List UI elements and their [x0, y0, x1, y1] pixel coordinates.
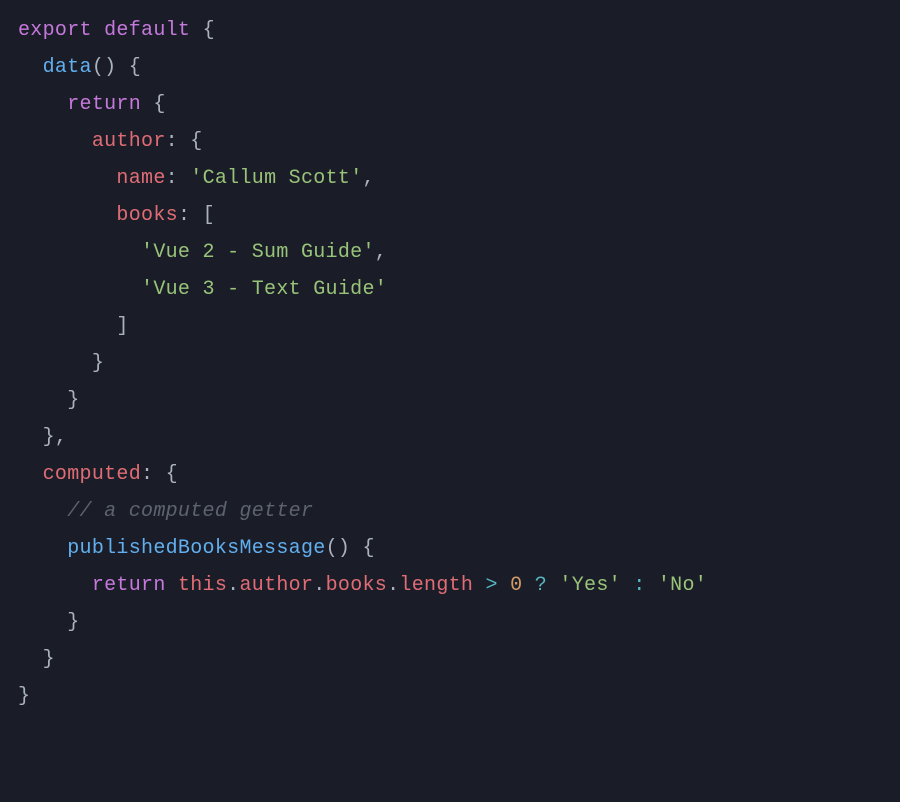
paren: (	[326, 537, 338, 560]
dot: .	[227, 574, 239, 597]
method-publishedBooksMessage: publishedBooksMessage	[67, 537, 325, 560]
number-zero: 0	[510, 574, 522, 597]
brace-open: {	[190, 130, 202, 153]
prop-books: books	[116, 204, 178, 227]
prop-author: author	[92, 130, 166, 153]
dot: .	[387, 574, 399, 597]
comment-line: // a computed getter	[67, 500, 313, 523]
keyword-export: export	[18, 19, 92, 42]
string-no: 'No'	[658, 574, 707, 597]
brace-close: }	[43, 648, 55, 671]
comma: ,	[55, 426, 67, 449]
brace-close: }	[92, 352, 104, 375]
operator-gt: >	[486, 574, 498, 597]
paren: )	[104, 56, 116, 79]
brace-open: {	[166, 463, 178, 486]
string-book-2: 'Vue 3 - Text Guide'	[141, 278, 387, 301]
colon: :	[166, 130, 178, 153]
brace-open: {	[153, 93, 165, 116]
prop-access-length: length	[399, 574, 473, 597]
keyword-default: default	[104, 19, 190, 42]
prop-computed: computed	[43, 463, 141, 486]
comma: ,	[375, 241, 387, 264]
comma: ,	[363, 167, 375, 190]
brace-close: }	[18, 685, 30, 708]
dot: .	[313, 574, 325, 597]
prop-name: name	[116, 167, 165, 190]
string-yes: 'Yes'	[559, 574, 621, 597]
bracket-close: ]	[116, 315, 128, 338]
brace-close: }	[67, 611, 79, 634]
operator-ternary-colon: :	[633, 574, 645, 597]
bracket-open: [	[203, 204, 215, 227]
string-book-1: 'Vue 2 - Sum Guide'	[141, 241, 375, 264]
brace-close: }	[43, 426, 55, 449]
colon: :	[141, 463, 153, 486]
method-data: data	[43, 56, 92, 79]
operator-ternary-q: ?	[535, 574, 547, 597]
brace-open: {	[129, 56, 141, 79]
prop-access-author: author	[239, 574, 313, 597]
keyword-this: this	[178, 574, 227, 597]
colon: :	[178, 204, 190, 227]
prop-access-books: books	[326, 574, 388, 597]
paren: (	[92, 56, 104, 79]
string-name-value: 'Callum Scott'	[190, 167, 362, 190]
code-block: export default { data() { return { autho…	[18, 12, 900, 715]
paren: )	[338, 537, 350, 560]
brace-open: {	[203, 19, 215, 42]
brace-close: }	[67, 389, 79, 412]
keyword-return: return	[67, 93, 141, 116]
keyword-return: return	[92, 574, 166, 597]
brace-open: {	[363, 537, 375, 560]
colon: :	[166, 167, 178, 190]
